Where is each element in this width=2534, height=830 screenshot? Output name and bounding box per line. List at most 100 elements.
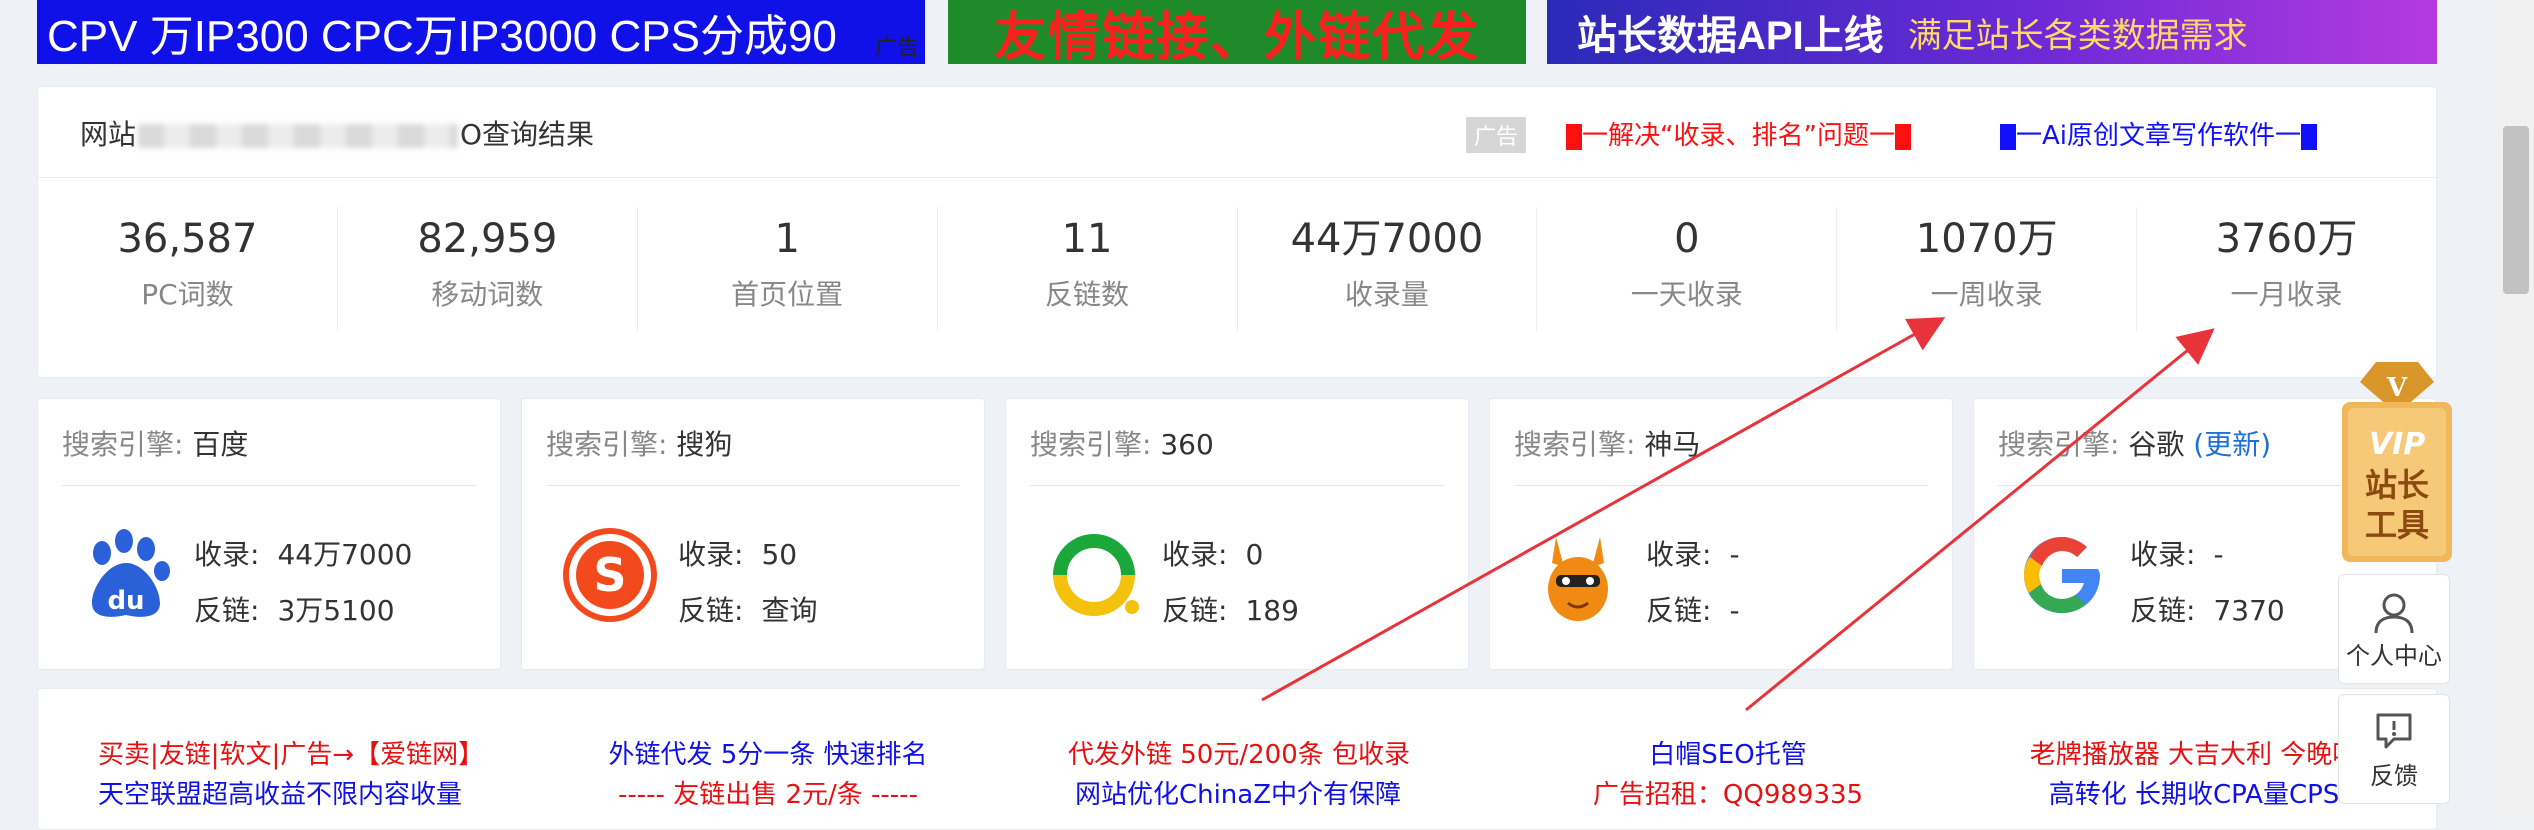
engine-label: 搜索引擎:: [1998, 428, 2120, 461]
google-update-link[interactable]: (更新): [2193, 428, 2271, 461]
engine-label: 搜索引擎:: [1030, 428, 1152, 461]
stat-label: 移动词数: [431, 278, 544, 311]
ad-link-ai-writer-label: 一Ai原创文章写作软件一: [2016, 121, 2302, 151]
stat-homepage-position[interactable]: 1 首页位置: [638, 207, 938, 331]
vip-text-line2: 站长: [2365, 466, 2429, 504]
blue-block-icon: [2000, 123, 2016, 150]
backlink-key: 反链:: [2130, 594, 2196, 627]
banner-cpv-ad[interactable]: CPV 万IP300 CPC万IP3000 CPS分成90 广告: [37, 0, 925, 64]
index-value: 0: [1245, 538, 1264, 571]
personal-center-label: 个人中心: [2346, 642, 2442, 670]
feedback-button[interactable]: 反馈: [2338, 694, 2450, 804]
stat-label: 一天收录: [1630, 278, 1743, 311]
engine-name: 搜狗: [676, 428, 733, 461]
google-logo-icon: [2024, 537, 2100, 613]
engine-name: 360: [1160, 428, 1214, 461]
ad-line[interactable]: ----- 友链出售 2元/条 -----: [598, 775, 938, 815]
text-ad-1[interactable]: 买卖|友链|软文|广告→【爱链网】 天空联盟超高收益不限内容收量: [98, 735, 484, 815]
backlink-key: 反链:: [194, 594, 260, 627]
stat-value: 82,959: [417, 216, 558, 262]
engine-card-360: 搜索引擎: 360 收录: 0 反链: 189: [1005, 398, 1469, 670]
divider: [62, 485, 476, 486]
banner-api-ad[interactable]: 站长数据API上线 满足站长各类数据需求: [1547, 0, 2437, 64]
summary-title: 网站 O查询结果: [80, 113, 594, 153]
stat-label: PC词数: [141, 278, 234, 311]
stat-week-indexed[interactable]: 1070万 一周收录: [1837, 207, 2138, 331]
stat-label: 反链数: [1045, 278, 1130, 311]
sogou-logo-icon: S: [563, 528, 657, 622]
engine-index-row: 收录: 50: [678, 533, 797, 573]
stat-value: 44万7000: [1290, 216, 1484, 262]
feedback-label: 反馈: [2370, 762, 2418, 790]
index-value: -: [1729, 538, 1740, 571]
engine-card-baidu: 搜索引擎: 百度 du 收录: 44万7000 反链: 3万5100: [37, 398, 501, 670]
text-ad-4[interactable]: 白帽SEO托管 广告招租：QQ989335: [1558, 735, 1898, 815]
feedback-icon: [2376, 713, 2412, 749]
ad-line[interactable]: 买卖|友链|软文|广告→【爱链网】: [98, 735, 484, 775]
backlink-value: 7370: [2213, 594, 2285, 627]
blue-block-icon: [2301, 123, 2318, 150]
stat-mobile-keywords[interactable]: 82,959 移动词数: [338, 207, 638, 331]
banner-friendlink-text: 友情链接、外链代发: [993, 8, 1480, 65]
index-key: 收录:: [2130, 538, 2196, 571]
text-ads-panel: 买卖|友链|软文|广告→【爱链网】 天空联盟超高收益不限内容收量 外链代发 5分…: [37, 688, 2437, 830]
engine-index-row: 收录: 0: [1162, 533, 1263, 573]
engine-label: 搜索引擎:: [546, 428, 668, 461]
divider: [1030, 485, 1444, 486]
scrollbar-track[interactable]: [2498, 0, 2534, 819]
stat-label: 一月收录: [2230, 278, 2343, 311]
text-ad-2[interactable]: 外链代发 5分一条 快速排名 ----- 友链出售 2元/条 -----: [598, 735, 938, 815]
divider: [1514, 485, 1928, 486]
stat-label: 收录量: [1344, 278, 1429, 311]
engine-index-row: 收录: -: [1646, 533, 1740, 573]
scrollbar-thumb[interactable]: [2503, 126, 2529, 294]
engine-backlink-row: 反链: 3万5100: [194, 589, 395, 629]
divider: [546, 485, 960, 486]
svg-text:du: du: [107, 586, 144, 616]
engine-backlink-row: 反链: -: [1646, 589, 1740, 629]
stat-pc-keywords[interactable]: 36,587 PC词数: [38, 207, 338, 331]
ad-line[interactable]: 外链代发 5分一条 快速排名: [598, 735, 938, 775]
index-key: 收录:: [1646, 538, 1712, 571]
backlink-key: 反链:: [1646, 594, 1712, 627]
ad-line[interactable]: 白帽SEO托管: [1558, 735, 1898, 775]
vip-text: VIP: [2369, 427, 2425, 462]
text-ad-5[interactable]: 老牌播放器 大吉大利 今晚吃 高转化 长期收CPA量CPS: [2024, 735, 2364, 815]
engine-header: 搜索引擎: 百度: [62, 423, 248, 463]
text-ad-3[interactable]: 代发外链 50元/200条 包收录 网站优化ChinaZ中介有保障: [1068, 735, 1410, 815]
engine-header: 搜索引擎: 神马: [1514, 423, 1700, 463]
banner-friendlink-ad[interactable]: 友情链接、外链代发: [948, 0, 1526, 64]
stats-row: 36,587 PC词数 82,959 移动词数 1 首页位置 11 反链数 44万700…: [38, 207, 2436, 331]
engine-name: 神马: [1644, 428, 1701, 461]
title-suffix: O查询结果: [460, 118, 595, 151]
vip-tools-badge[interactable]: V VIP 站长 工具: [2338, 356, 2456, 564]
stat-backlinks[interactable]: 11 反链数: [938, 207, 1238, 331]
ad-link-indexing[interactable]: 一解决“收录、排名”问题一: [1566, 115, 1911, 152]
backlink-value: -: [1729, 594, 1740, 627]
ad-line[interactable]: 广告招租：QQ989335: [1558, 775, 1898, 815]
index-key: 收录:: [1162, 538, 1228, 571]
engine-label: 搜索引擎:: [62, 428, 184, 461]
stat-value: 3760万: [2215, 216, 2358, 262]
ad-line[interactable]: 天空联盟超高收益不限内容收量: [98, 775, 462, 815]
backlink-key: 反链:: [1162, 594, 1228, 627]
ad-line[interactable]: 老牌播放器 大吉大利 今晚吃: [2024, 735, 2364, 775]
ad-line[interactable]: 代发外链 50元/200条 包收录: [1068, 735, 1410, 775]
stat-value: 0: [1674, 216, 1700, 262]
index-key: 收录:: [194, 538, 260, 571]
stat-indexed[interactable]: 44万7000 收录量: [1238, 207, 1538, 331]
index-value: -: [2213, 538, 2224, 571]
ad-link-ai-writer[interactable]: 一Ai原创文章写作软件一: [2000, 115, 2318, 152]
stat-month-indexed[interactable]: 3760万一月收录: [2137, 207, 2436, 331]
ad-line[interactable]: 高转化 长期收CPA量CPS: [2024, 775, 2364, 815]
vip-badge-letter: V: [2386, 373, 2408, 403]
banner-api-subtext: 满足站长各类数据需求: [1907, 16, 2248, 55]
360-logo-icon: [1053, 534, 1139, 616]
stat-day-indexed[interactable]: 0 一天收录: [1537, 207, 1838, 331]
backlink-value[interactable]: 查询: [761, 594, 817, 627]
engine-backlink-row: 反链: 189: [1162, 589, 1299, 629]
index-value: 50: [761, 538, 798, 571]
ad-line[interactable]: 网站优化ChinaZ中介有保障: [1068, 775, 1408, 815]
seo-summary-card: 网站 O查询结果 广告 一解决“收录、排名”问题一 一Ai原创文章写作软件一 36…: [37, 86, 2437, 378]
personal-center-button[interactable]: 个人中心: [2338, 574, 2450, 684]
